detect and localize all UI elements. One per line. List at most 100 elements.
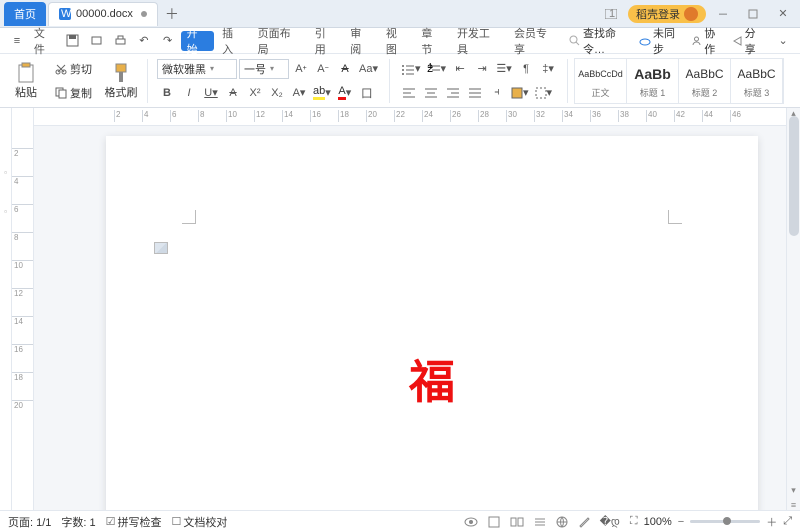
bold-button[interactable]: B — [157, 82, 177, 104]
image-placeholder-icon[interactable] — [154, 242, 168, 254]
margin-mark-icon — [182, 210, 196, 224]
view-outline-icon[interactable] — [534, 516, 546, 528]
scissors-icon — [55, 63, 67, 75]
zoom-fit-icon[interactable]: ⛶ — [630, 515, 638, 528]
italic-button[interactable]: I — [179, 82, 199, 104]
new-tab-button[interactable]: ＋ — [160, 2, 184, 26]
coop-button[interactable]: 协作 — [691, 25, 725, 57]
increase-indent-button[interactable]: ⇥ — [472, 58, 492, 80]
text-effects-button[interactable]: A▾ — [289, 82, 309, 104]
copy-button[interactable]: 复制 — [53, 82, 94, 104]
decrease-indent-button[interactable]: ⇤ — [450, 58, 470, 80]
view-page-icon[interactable] — [488, 516, 500, 528]
zoom-value[interactable]: 100% — [644, 516, 672, 528]
save-icon[interactable] — [62, 31, 84, 51]
align-right-button[interactable] — [443, 82, 463, 104]
workspace: ▫ ▫ 2468101214161820 2468101214161820222… — [0, 108, 800, 510]
document-text[interactable]: 福 — [409, 346, 455, 412]
maximize-button[interactable] — [740, 4, 766, 24]
close-button[interactable]: ✕ — [770, 4, 796, 24]
fullscreen-icon[interactable]: ⤢ — [783, 515, 792, 528]
word-count[interactable]: 字数: 1 — [61, 514, 95, 530]
proof-toggle[interactable]: ☐ 文档校对 — [172, 514, 228, 530]
menu-tab-2[interactable]: 页面布局 — [252, 31, 307, 51]
grow-font-button[interactable]: A+ — [291, 58, 311, 80]
page-indicator[interactable]: 页面: 1/1 — [8, 514, 51, 530]
window-list-icon[interactable]: 1 — [598, 4, 624, 24]
command-search[interactable]: 查找命令… — [569, 25, 637, 57]
cut-button[interactable]: 剪切 — [53, 58, 94, 80]
subscript-button[interactable]: X₂ — [267, 82, 287, 104]
format-painter-button[interactable]: 格式刷 — [104, 58, 138, 104]
zoom-knob[interactable] — [723, 517, 731, 525]
line-spacing-button[interactable]: ‡▾ — [538, 58, 558, 80]
change-case-button[interactable]: Aa▾ — [357, 58, 380, 80]
highlight-button[interactable]: ab▾ — [311, 82, 333, 104]
shading-button[interactable]: ▾ — [509, 82, 531, 104]
tab-home[interactable]: 首页 — [4, 2, 46, 26]
print-icon[interactable] — [109, 31, 131, 51]
zoom-out-button[interactable]: − — [678, 516, 684, 528]
document-page[interactable]: 福 — [106, 136, 758, 510]
style-cell-0[interactable]: AaBbCcDd正文 — [575, 59, 627, 103]
font-name-combo[interactable]: 微软雅黑▾ — [157, 59, 237, 79]
menu-tab-1[interactable]: 插入 — [216, 31, 250, 51]
view-read-icon[interactable] — [510, 516, 524, 528]
scroll-thumb[interactable] — [789, 116, 799, 236]
numbering-button[interactable]: 12▾ — [425, 58, 449, 80]
style-cell-1[interactable]: AaBb标题 1 — [627, 59, 679, 103]
redo-icon[interactable]: ↷ — [157, 31, 179, 51]
menu-tab-0[interactable]: 开始 — [181, 31, 215, 51]
menu-tab-5[interactable]: 视图 — [380, 31, 414, 51]
file-menu[interactable]: 文件 — [30, 31, 60, 51]
align-center-button[interactable] — [421, 82, 441, 104]
minimize-button[interactable]: － — [710, 4, 736, 24]
scroll-down-icon[interactable]: ▾ — [787, 485, 800, 496]
vertical-ruler[interactable]: 2468101214161820 — [12, 108, 34, 510]
horizontal-ruler[interactable]: 2468101214161820222426283032343638404244… — [34, 108, 786, 126]
font-color-button[interactable]: A▾ — [335, 82, 355, 104]
zoom-slider[interactable] — [690, 520, 760, 523]
menu-tab-3[interactable]: 引用 — [309, 31, 343, 51]
font-size-combo[interactable]: 一号▾ — [239, 59, 289, 79]
sort-button[interactable]: ☰▾ — [494, 58, 514, 80]
zoom-in-button[interactable]: ＋ — [766, 514, 777, 530]
bullets-button[interactable]: ▾ — [399, 58, 423, 80]
styles-gallery[interactable]: AaBbCcDd正文AaBb标题 1AaBbC标题 2AaBbC标题 3 — [574, 58, 784, 104]
distribute-button[interactable]: ⫞ — [487, 82, 507, 104]
menu-tab-7[interactable]: 开发工具 — [451, 31, 506, 51]
view-web-icon[interactable] — [556, 516, 568, 528]
tab-document[interactable]: W 00000.docx — [48, 2, 158, 26]
paste-button[interactable]: 粘贴 — [9, 58, 43, 104]
clear-format-button[interactable]: A — [335, 58, 355, 80]
shrink-font-button[interactable]: A− — [313, 58, 333, 80]
focus-mode-icon[interactable]: �დ — [600, 515, 620, 528]
share-button[interactable]: 分享 — [732, 25, 766, 57]
borders-button[interactable]: ▾ — [533, 82, 555, 104]
underline-button[interactable]: U▾ — [201, 82, 221, 104]
menu-tab-6[interactable]: 章节 — [415, 31, 449, 51]
menu-tab-8[interactable]: 会员专享 — [508, 31, 563, 51]
view-draft-icon[interactable] — [578, 516, 590, 528]
style-cell-3[interactable]: AaBbC标题 3 — [731, 59, 783, 103]
login-button[interactable]: 稻壳登录 — [628, 5, 706, 23]
more-menu-icon[interactable]: ⌄ — [772, 31, 794, 51]
style-cell-2[interactable]: AaBbC标题 2 — [679, 59, 731, 103]
print-preview-icon[interactable] — [85, 31, 107, 51]
align-justify-button[interactable] — [465, 82, 485, 104]
sync-status[interactable]: 未同步 — [639, 25, 685, 57]
spellcheck-toggle[interactable]: ☑ 拼写检查 — [106, 514, 162, 530]
vertical-scrollbar[interactable]: ▴ ▾ ≡ — [786, 108, 800, 510]
eye-mode-icon[interactable] — [464, 516, 478, 528]
align-left-button[interactable] — [399, 82, 419, 104]
superscript-button[interactable]: X² — [245, 82, 265, 104]
undo-icon[interactable]: ↶ — [133, 31, 155, 51]
next-page-icon[interactable]: ≡ — [787, 500, 800, 510]
menu-tab-4[interactable]: 审阅 — [344, 31, 378, 51]
statusbar: 页面: 1/1 字数: 1 ☑ 拼写检查 ☐ 文档校对 �დ ⛶ 100% − … — [0, 510, 800, 532]
char-shading-button[interactable]: 囗 — [357, 82, 377, 104]
share-icon — [732, 35, 743, 46]
show-marks-button[interactable]: ¶ — [516, 58, 536, 80]
strikethrough-button[interactable]: A — [223, 82, 243, 104]
app-menu-button[interactable]: ≡ — [6, 31, 28, 51]
